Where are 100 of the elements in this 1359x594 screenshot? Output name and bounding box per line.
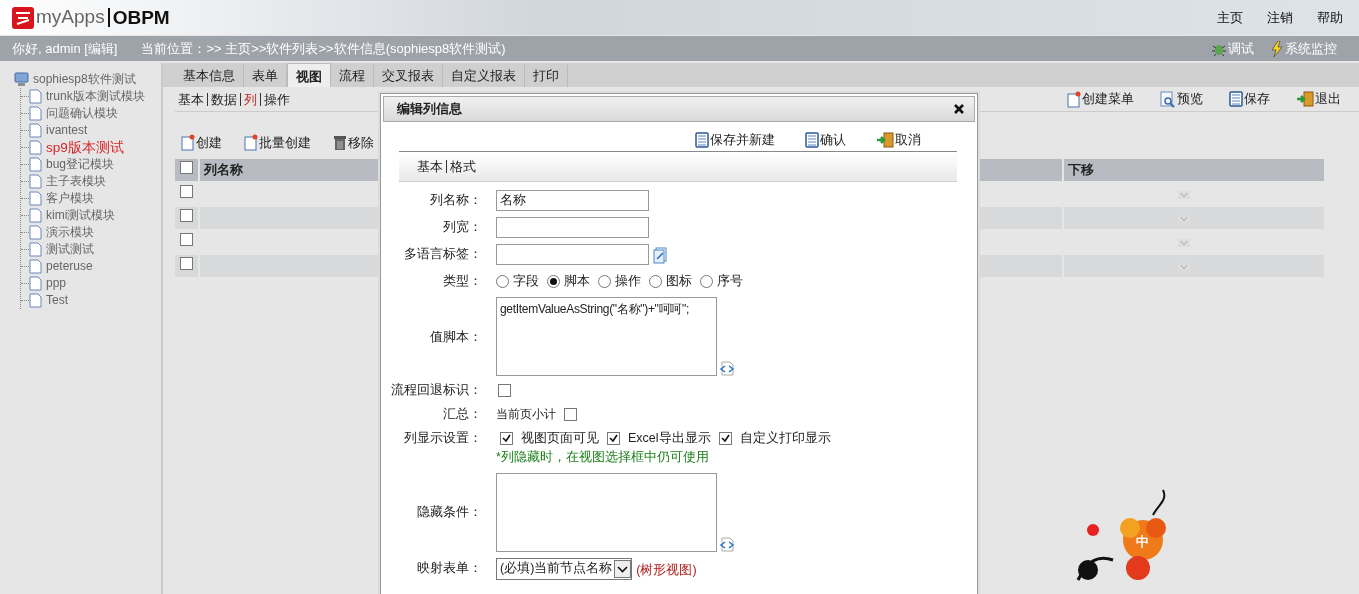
document-icon [29,174,42,189]
dropdown[interactable]: (必填)当前节点名称 [496,557,633,580]
document-icon [29,191,42,206]
dialog-tab[interactable]: 格式 [447,160,479,173]
dialog-tab[interactable]: 基本 [414,160,447,173]
document-icon [29,123,42,138]
row-checkbox[interactable] [180,209,193,222]
tree-item[interactable]: ivantest [46,122,88,139]
toolbar-button[interactable]: 保存 [1229,89,1270,109]
column-header: 列名称 [200,159,380,181]
tree-item[interactable]: kimi测试模块 [46,207,116,224]
field-label: 多语言标签： [403,246,483,263]
tree-item[interactable]: sp9版本测试 [46,139,124,156]
option-label: 序号 [717,273,743,290]
tab[interactable]: 自定义报表 [443,65,525,87]
option-label: 操作 [615,273,641,290]
tree-item[interactable]: 问题确认模块 [46,105,118,122]
select-all-checkbox[interactable] [180,161,193,175]
radio-button[interactable] [496,274,509,288]
code-icon[interactable] [719,361,735,376]
radio-button[interactable] [547,274,560,288]
dialog-action-button[interactable]: 保存并新建 [695,129,775,150]
option-label: 图标 [666,273,692,290]
tab[interactable]: 视图 [287,63,331,87]
tree-item[interactable]: trunk版本测试模块 [46,88,145,105]
dialog-action-button[interactable]: 确认 [805,129,846,150]
computer-icon [14,72,29,87]
sub-tab[interactable]: 列 [241,92,261,106]
tab[interactable]: 流程 [331,65,374,87]
field-label: 汇总： [442,406,483,423]
toolbar-button[interactable]: 创建 [181,128,222,157]
text-field[interactable] [496,244,649,265]
text-field[interactable]: 名称 [496,190,649,211]
new-document-icon [1067,90,1081,108]
close-icon[interactable] [954,104,964,114]
option-label: 脚本 [564,273,590,290]
checkbox[interactable] [498,383,511,397]
field-label: 列显示设置： [403,430,483,447]
header-link[interactable]: 帮助 [1317,7,1343,28]
tree-item[interactable]: ppp [46,275,67,292]
option-label: 字段 [513,273,539,290]
dialog-action-button[interactable]: 取消 [876,129,921,150]
field-label: 隐藏条件： [416,504,483,522]
document-icon [29,89,42,104]
code-icon[interactable] [719,536,735,552]
sub-tab[interactable]: 数据 [208,92,241,106]
toolbar-button[interactable]: 批量创建 [244,128,311,157]
document-icon [29,157,42,172]
tree-item[interactable]: 测试测试 [46,241,94,258]
checkbox[interactable] [607,431,620,445]
row-checkbox[interactable] [180,257,193,270]
tab[interactable]: 交叉报表 [374,65,443,87]
toolbar-button[interactable]: 退出 [1296,89,1341,109]
field-label: 类型： [442,273,483,290]
tree-item[interactable]: bug登记模块 [46,156,115,173]
document-icon [29,140,42,155]
toolbar-button[interactable]: 移除 [333,128,374,157]
sub-tab[interactable]: 基本 [175,92,208,106]
form-icon [695,131,709,148]
radio-button[interactable] [649,274,662,288]
checkbox[interactable] [718,431,732,445]
hint-text: (树形视图) [636,561,697,579]
tab[interactable]: 打印 [525,65,568,87]
checkbox[interactable] [500,431,513,445]
tree-item[interactable]: 主子表模块 [46,173,106,190]
tree-item[interactable]: 演示模块 [46,224,94,241]
decoration-character: 中 [1136,534,1149,549]
header-link[interactable]: 注销 [1267,7,1293,28]
radio-button[interactable] [700,274,713,288]
document-edit-icon[interactable] [653,247,669,264]
radio-button[interactable] [598,274,611,288]
tree-item[interactable]: Test [46,292,68,309]
tree-item[interactable]: peteruse [46,258,93,275]
script-area[interactable] [496,472,717,552]
checkbox[interactable] [564,407,577,421]
document-icon [29,208,42,223]
product-name: OBPM [107,8,170,27]
column-header: 下移 [1064,159,1326,181]
caret-icon [614,559,632,578]
document-magnifier-icon [1160,90,1176,108]
script-area[interactable]: getItemValueAsString("名称")+"呵呵"; [496,297,717,376]
form-icon [805,131,819,148]
document-icon [29,225,42,240]
header-link[interactable]: 主页 [1217,7,1243,28]
tab[interactable]: 基本信息 [175,65,244,87]
tree-item[interactable]: sophiesp8软件测试 [33,71,136,88]
new-document-icon [181,134,195,151]
sub-tab[interactable]: 操作 [261,92,293,106]
toolbar-button[interactable]: 预览 [1160,89,1203,109]
option-label: Excel导出显示 [628,430,711,447]
tree-item[interactable]: 客户模块 [46,190,94,207]
row-checkbox[interactable] [180,233,193,246]
field-label: 值脚本： [429,328,483,346]
row-checkbox[interactable] [180,185,193,198]
option-label: 视图页面可见 [521,430,599,447]
door-arrow-icon [1296,91,1314,107]
text-field[interactable] [496,217,649,238]
option-label: 自定义打印显示 [739,430,831,447]
toolbar-button[interactable]: 创建菜单 [1067,89,1134,109]
field-label: 映射表单： [416,559,483,577]
